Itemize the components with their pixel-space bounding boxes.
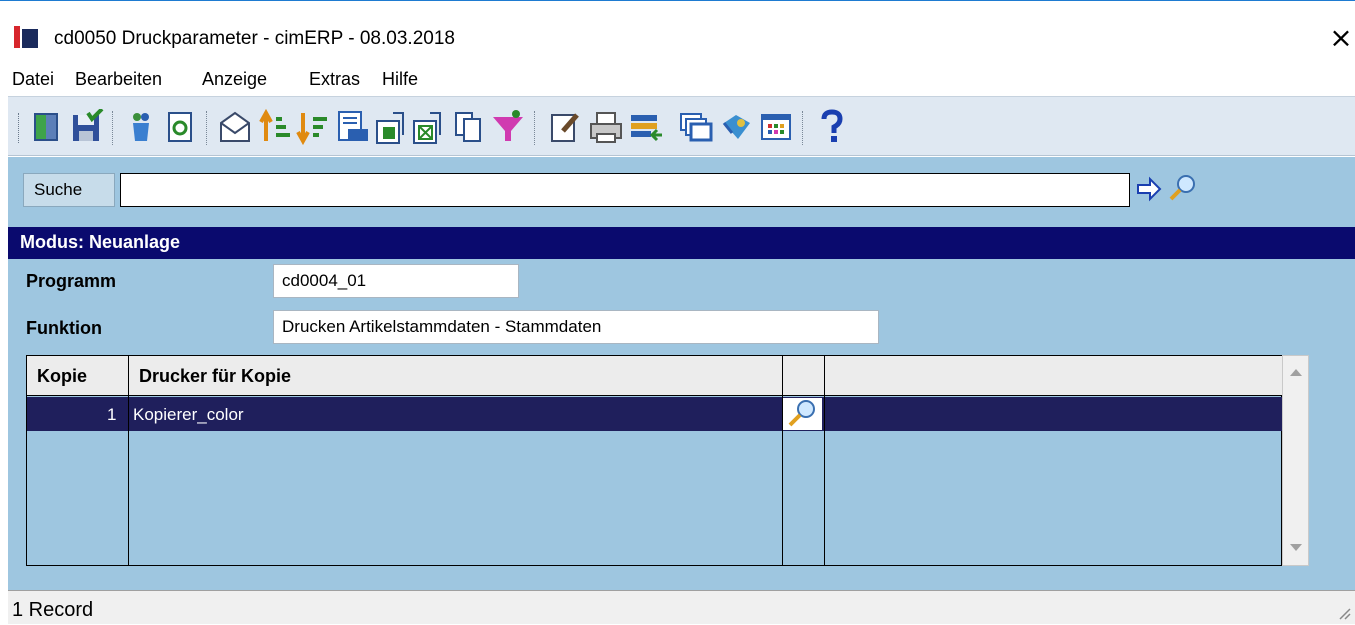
search-label: Suche <box>34 180 83 199</box>
edit-doc-icon[interactable] <box>545 107 585 147</box>
funktion-label: Funktion <box>26 318 102 338</box>
menu-anzeige[interactable]: Anzeige <box>202 69 267 90</box>
copy-icon[interactable] <box>448 107 488 147</box>
window-left-edge <box>0 1 8 624</box>
application-window: cd0050 Druckparameter - cimERP - 08.03.2… <box>0 0 1355 624</box>
search-icon[interactable] <box>1168 173 1198 203</box>
scroll-up-button[interactable] <box>1284 357 1307 387</box>
search-label-box: Suche <box>23 173 115 207</box>
mode-bar: Modus: Neuanlage <box>8 227 1355 259</box>
menu-bar: Datei Bearbeiten Anzeige Extras Hilfe <box>8 63 1355 95</box>
mail-icon[interactable] <box>215 107 255 147</box>
column-header-extra[interactable] <box>825 356 1282 396</box>
grid-vertical-scrollbar[interactable] <box>1282 355 1309 566</box>
print-icon[interactable] <box>586 107 626 147</box>
record-count: 1 Record <box>12 599 94 621</box>
save-icon[interactable] <box>66 107 106 147</box>
search-row: Suche <box>8 157 1355 215</box>
refresh-icon[interactable] <box>160 107 200 147</box>
sort-ascending-icon[interactable] <box>256 107 296 147</box>
status-bar: 1 Record <box>8 590 1355 624</box>
cell-drucker[interactable]: Kopierer_color <box>133 405 244 425</box>
toolbar <box>8 96 1355 156</box>
help-icon[interactable] <box>812 107 852 147</box>
table-row[interactable]: 1 Kopierer_color <box>27 397 1282 431</box>
app-logo-icon <box>14 26 38 48</box>
windows-icon[interactable] <box>676 107 716 147</box>
filter-icon[interactable] <box>488 107 528 147</box>
recycle-icon[interactable] <box>121 107 161 147</box>
sort-descending-icon[interactable] <box>293 107 333 147</box>
title-bar: cd0050 Druckparameter - cimERP - 08.03.2… <box>8 9 1355 53</box>
search-input[interactable] <box>120 173 1130 207</box>
column-header-kopie[interactable]: Kopie <box>27 356 129 396</box>
column-header-drucker[interactable]: Drucker für Kopie <box>129 356 783 396</box>
book-icon[interactable] <box>716 107 756 147</box>
toolbar-grip <box>18 113 21 143</box>
menu-bearbeiten[interactable]: Bearbeiten <box>75 69 162 90</box>
arrow-right-icon[interactable] <box>1136 175 1164 203</box>
number-list-icon[interactable] <box>332 107 372 147</box>
mode-text: Modus: Neuanlage <box>20 232 181 252</box>
column-header-lookup[interactable] <box>783 356 825 396</box>
funktion-field[interactable]: Drucken Artikelstammdaten - Stammdaten <box>273 310 879 344</box>
printer-lookup-button[interactable] <box>782 398 822 430</box>
transfer-icon[interactable] <box>626 107 666 147</box>
grid-icon[interactable] <box>756 107 796 147</box>
menu-datei[interactable]: Datei <box>12 69 54 90</box>
close-icon[interactable]: × <box>1326 23 1355 53</box>
menu-extras[interactable]: Extras <box>309 69 360 90</box>
excel-icon[interactable] <box>408 107 448 147</box>
printer-copy-grid: Kopie Drucker für Kopie 1 Kopierer_color <box>26 355 1282 566</box>
menu-hilfe[interactable]: Hilfe <box>382 69 418 90</box>
programm-field[interactable]: cd0004_01 <box>273 264 519 298</box>
cell-kopie[interactable]: 1 <box>107 405 116 425</box>
scroll-down-button[interactable] <box>1284 532 1307 562</box>
resize-grip-icon[interactable] <box>1337 606 1351 620</box>
export-icon[interactable] <box>371 107 411 147</box>
window-title: cd0050 Druckparameter - cimERP - 08.03.2… <box>54 28 455 49</box>
exit-door-icon[interactable] <box>26 107 66 147</box>
programm-label: Programm <box>26 271 117 291</box>
